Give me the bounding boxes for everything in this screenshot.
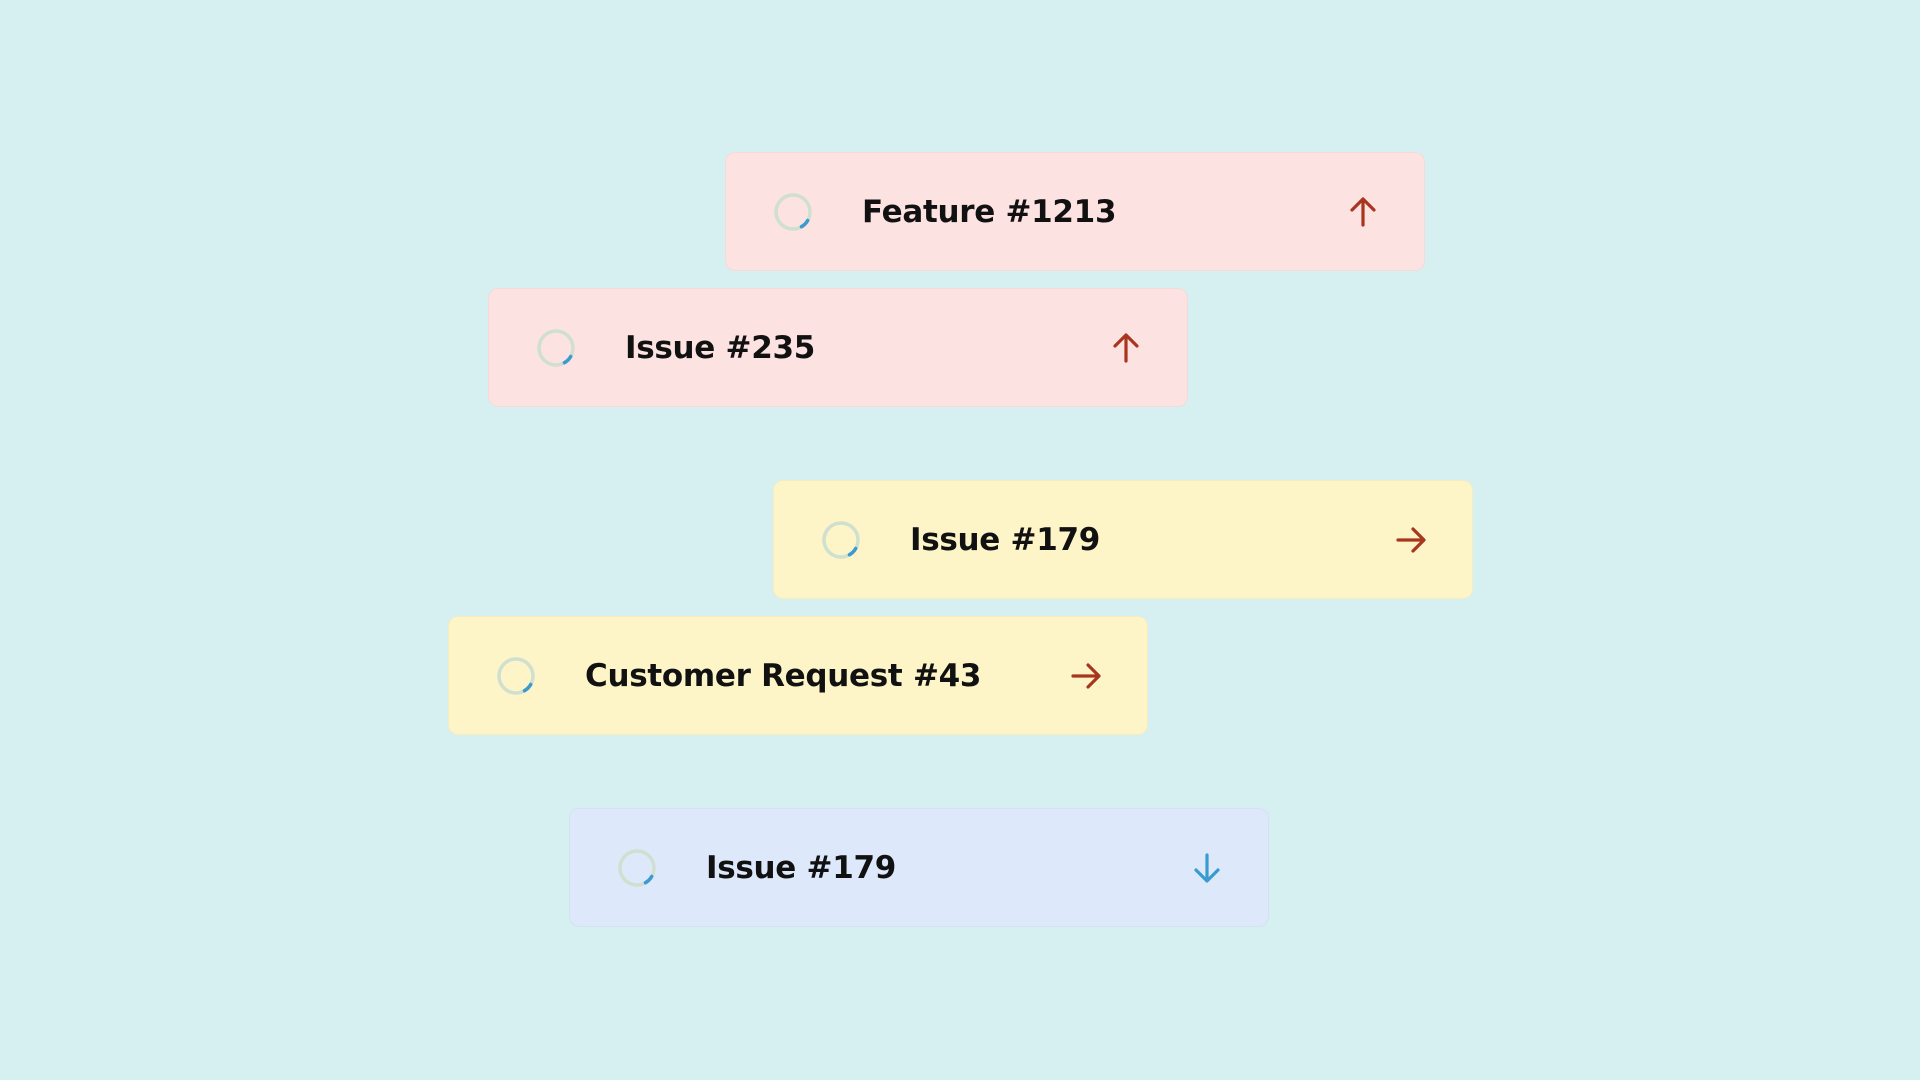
issue-card[interactable]: Feature #1213 (725, 152, 1425, 271)
in-progress-icon (618, 848, 656, 887)
in-progress-icon (822, 520, 860, 559)
issue-title: Customer Request #43 (585, 657, 982, 694)
in-progress-icon (537, 328, 575, 367)
issue-card[interactable]: Issue #179 (773, 480, 1473, 599)
issue-card[interactable]: Customer Request #43 (448, 616, 1148, 735)
issue-title: Issue #179 (706, 849, 897, 886)
arrow-up-icon (1113, 332, 1139, 363)
in-progress-icon (497, 656, 535, 695)
arrow-right-icon (1396, 526, 1426, 553)
issue-title: Issue #235 (625, 329, 816, 366)
in-progress-icon (774, 192, 812, 231)
arrow-up-icon (1350, 196, 1376, 227)
issue-title: Feature #1213 (862, 193, 1117, 230)
issue-title: Issue #179 (910, 521, 1101, 558)
issue-board: Feature #1213 Issue #235 Issue #179 Cust… (0, 0, 1920, 1080)
issue-card[interactable]: Issue #235 (488, 288, 1188, 407)
issue-card[interactable]: Issue #179 (569, 808, 1269, 927)
arrow-right-icon (1071, 662, 1101, 689)
arrow-down-icon (1194, 852, 1220, 883)
